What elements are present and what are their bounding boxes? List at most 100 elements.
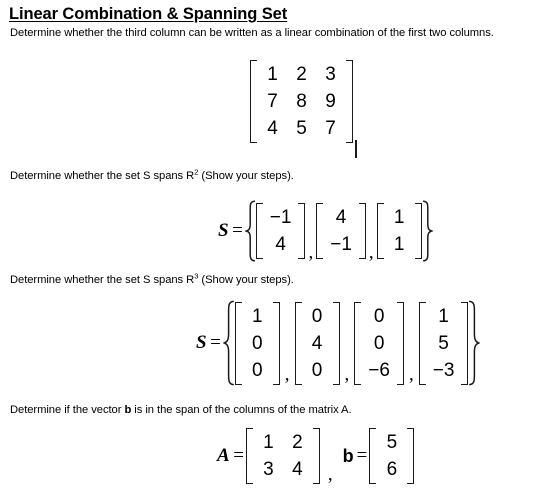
vector-rows: 4 −1 [323,203,359,259]
vector-rows: 1 5 −3 [426,302,462,385]
left-bracket [250,60,257,143]
right-curly-brace [422,200,433,262]
vector-b-2x1: 5 6 [369,428,415,484]
vector-rows: 0 0 −6 [361,302,397,385]
vector-2: 4 −1 [316,203,366,259]
vector-row: 1 [243,303,272,330]
vector-cell: −3 [432,359,455,381]
problem-2-prompt-text-b: (Show your steps). [198,170,294,182]
right-bracket [332,301,340,385]
matrix-row: 1 2 [254,429,312,456]
matrix-rows: 1 2 3 4 [253,428,313,484]
matrix-label-a: A [217,445,231,466]
equals-sign: = [210,332,221,353]
vector-cell: 0 [252,332,263,354]
vector-cell: 1 [438,305,449,327]
matrix-row: 7 8 9 [258,88,345,115]
vector-row: 0 [243,330,272,357]
matrix-cell: 9 [325,91,336,112]
left-bracket [255,203,263,259]
problem-1-prompt-text: Determine whether the third column can b… [10,27,494,39]
vector-row: 5 [377,429,406,456]
vector-cell: 0 [311,305,323,327]
vector-3: 1 1 [376,203,422,259]
vector-row: 6 [377,456,406,483]
set-label-s: S [218,220,230,241]
left-bracket [354,301,362,385]
vector-cell: 4 [275,234,286,255]
matrix-cell: 3 [325,64,336,85]
vector-rows: −1 4 [263,203,299,259]
vector-row: 1 [427,303,461,330]
vector-cell: 6 [386,459,398,480]
matrix-a-3x3: 1 2 3 7 8 9 4 5 7 [250,60,353,143]
matrix-a-2x2: 1 2 3 4 [245,428,320,484]
matrix-cell: 5 [296,118,307,139]
matrix-cell: 2 [292,432,303,453]
left-bracket [294,301,302,385]
right-bracket [298,203,306,259]
vector-cell: 4 [311,332,323,354]
right-bracket [461,301,469,385]
vector-cell: 5 [438,332,449,354]
left-bracket [245,428,253,484]
matrix-cell: 8 [296,91,307,112]
vector-row: 4 [264,231,298,258]
problem-2-set-equation: S = −1 4 , 4 −1 , 1 1 [218,200,433,262]
vector-label-b: b [342,445,354,466]
left-curly-brace [222,300,235,386]
vector-row: 5 [427,330,461,357]
vector-4: 1 5 −3 [418,301,469,385]
vector-row: 0 [303,303,332,330]
separator-comma: , [327,464,333,485]
matrix-cell: 3 [263,459,274,480]
vector-cell: 0 [252,359,263,381]
worksheet-page: Linear Combination & Spanning Set Determ… [0,0,555,503]
vector-cell: 0 [311,359,323,381]
right-bracket [396,301,404,385]
matrix-cell: 7 [325,118,336,139]
text-cursor [355,140,357,158]
problem-4-prompt: Determine if the vector b is in the span… [10,404,352,417]
equals-sign: = [232,220,243,241]
vector-cell: −1 [269,207,292,228]
right-bracket [312,428,320,484]
vector-row: 1 [385,231,414,258]
matrix-cell: 4 [267,118,278,139]
vector-cell: 5 [386,432,398,453]
vector-rows: 5 6 [376,428,407,484]
vector-3: 0 0 −6 [354,301,404,385]
problem-1-prompt: Determine whether the third column can b… [10,27,494,40]
problem-3-prompt: Determine whether the set S spans R3 (Sh… [10,272,294,287]
matrix-cell: 2 [296,64,307,85]
vector-row: 0 [362,330,396,357]
vector-cell: 4 [335,207,347,228]
problem-4-matrix-equation: A = 1 2 3 4 , b = 5 6 [217,428,415,485]
vector-cell: 0 [373,305,385,327]
vector-rows: 0 4 0 [302,302,333,385]
left-bracket [316,203,324,259]
separator-comma: , [308,242,314,263]
matrix-cell: 1 [267,64,278,85]
vector-row: 1 [385,204,414,231]
vector-cell: 1 [393,234,405,255]
page-title: Linear Combination & Spanning Set [9,5,288,23]
left-bracket [234,301,242,385]
right-bracket [358,203,366,259]
problem-4-prompt-text-b: is in the span of the columns of the mat… [131,404,352,416]
right-bracket [414,203,422,259]
vector-row: −1 [324,231,358,258]
right-bracket [346,60,353,143]
vector-2: 0 4 0 [294,301,340,385]
separator-comma: , [408,364,414,385]
vector-row: 4 [303,330,332,357]
equals-sign: = [356,445,368,466]
problem-2-prompt: Determine whether the set S spans R2 (Sh… [10,168,294,183]
problem-3-prompt-text-a: Determine whether the set S spans R [10,274,195,286]
vector-row: 4 [324,204,358,231]
matrix-rows: 1 2 3 7 8 9 4 5 7 [257,60,346,143]
vector-1: −1 4 [255,203,306,259]
right-curly-brace [468,300,481,386]
right-bracket [272,301,280,385]
vector-row: −1 [264,204,298,231]
